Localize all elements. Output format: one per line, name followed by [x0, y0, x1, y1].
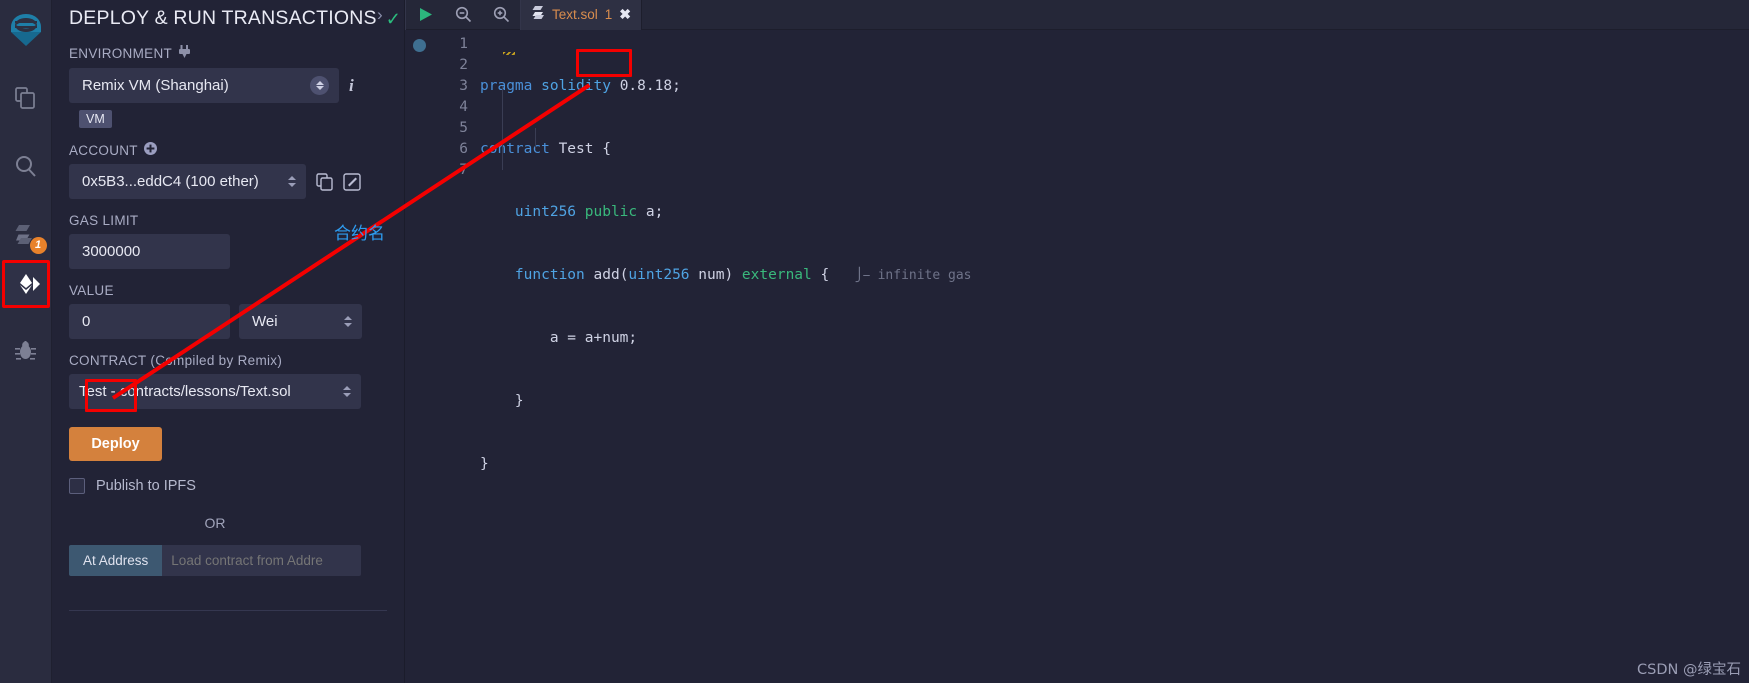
- value-label: VALUE: [69, 283, 114, 298]
- code-line: function add(uint256 num) external { ⎭⎯ …: [514, 267, 972, 283]
- compiler-badge-count: 1: [29, 237, 47, 254]
- value-row: 0 Wei: [69, 304, 387, 339]
- gas-limit-input[interactable]: 3000000: [69, 234, 230, 269]
- line-number: 6: [459, 141, 468, 157]
- line-number: 4: [459, 99, 468, 115]
- check-icon: ✓: [385, 8, 401, 29]
- close-icon[interactable]: ✖: [619, 6, 631, 23]
- line-number-gutter: 1 2 3 4 5 6 7: [434, 30, 476, 517]
- environment-row: Remix VM (Shanghai) i: [69, 68, 387, 103]
- publish-ipfs-checkbox[interactable]: [69, 478, 85, 494]
- file-explorer-icon[interactable]: [0, 72, 52, 124]
- contract-label: CONTRACT (Compiled by Remix): [69, 353, 387, 368]
- file-tab-name: Text.sol: [552, 7, 598, 22]
- remix-logo-icon[interactable]: [0, 4, 52, 56]
- at-address-row: At Address: [69, 545, 361, 576]
- gas-pump-icon: ⎭⎯: [855, 268, 870, 283]
- code-text[interactable]: pragma solidity 0.8.18; contract Test { …: [476, 30, 972, 517]
- at-address-input[interactable]: [162, 545, 361, 576]
- copy-icon[interactable]: [316, 172, 333, 191]
- environment-select[interactable]: Remix VM (Shanghai): [69, 68, 339, 103]
- code-line: }: [480, 393, 524, 409]
- contract-value: Test - contracts/lessons/Text.sol: [79, 383, 291, 400]
- line-number: 3: [459, 78, 468, 94]
- publish-ipfs-label: Publish to IPFS: [96, 478, 196, 494]
- deploy-run-panel: DEPLOY & RUN TRANSACTIONS ✓ ENVIRONMENT …: [52, 0, 405, 683]
- value-input[interactable]: 0: [69, 304, 230, 339]
- code-editor-area: Text.sol 1 ✖ 1 2 3 4 5 6 7 pragma solidi…: [405, 0, 1749, 683]
- zoom-out-icon[interactable]: [444, 0, 482, 30]
- remix-ide-window: 1 DEPLOY & RUN TRANSACTIONS ✓ ENVIRONMEN…: [0, 0, 1749, 683]
- account-label: ACCOUNT: [69, 142, 387, 158]
- indent-guide: [535, 128, 536, 149]
- account-value: 0x5B3...eddC4 (100 ether): [82, 173, 259, 190]
- chevron-updown-icon: [343, 386, 351, 397]
- account-row: 0x5B3...eddC4 (100 ether): [69, 164, 387, 199]
- search-icon[interactable]: [0, 140, 52, 192]
- run-play-icon[interactable]: [406, 0, 444, 30]
- account-select[interactable]: 0x5B3...eddC4 (100 ether): [69, 164, 306, 199]
- plug-icon: [178, 45, 191, 62]
- indent-guide: [502, 86, 503, 170]
- code-line: }: [480, 456, 489, 472]
- file-tab[interactable]: Text.sol 1 ✖: [521, 0, 643, 30]
- vm-badge: VM: [79, 110, 112, 128]
- page-title: DEPLOY & RUN TRANSACTIONS: [69, 7, 377, 29]
- breakpoint-dot-icon[interactable]: [413, 39, 426, 52]
- line-number: 7: [459, 162, 468, 178]
- at-address-button[interactable]: At Address: [69, 545, 163, 576]
- chevron-updown-icon: [288, 176, 296, 187]
- account-label-text: ACCOUNT: [69, 142, 138, 158]
- edit-icon[interactable]: [343, 172, 361, 191]
- value-unit-text: Wei: [252, 313, 278, 330]
- environment-label: ENVIRONMENT: [69, 45, 387, 62]
- value-amount: 0: [82, 313, 91, 330]
- code-line: a = a+num;: [480, 330, 638, 346]
- code-line: pragma solidity 0.8.18;: [480, 78, 681, 94]
- deploy-run-icon[interactable]: [1, 260, 50, 308]
- editor-toolbar: Text.sol 1 ✖: [405, 0, 1749, 30]
- left-icon-rail: 1: [0, 0, 52, 683]
- or-separator: OR: [204, 515, 226, 531]
- solidity-compiler-icon[interactable]: 1: [0, 208, 52, 260]
- contract-select[interactable]: Test - contracts/lessons/Text.sol: [69, 374, 361, 409]
- chevron-updown-icon: [310, 76, 329, 95]
- panel-divider: [69, 610, 387, 611]
- line-number: 1: [459, 36, 468, 52]
- info-icon[interactable]: i: [349, 76, 354, 96]
- code-line: contract Test {: [480, 141, 611, 157]
- gas-estimate-hint: ⎭⎯ infinite gas: [855, 268, 972, 283]
- environment-label-text: ENVIRONMENT: [69, 46, 173, 61]
- file-tab-count: 1: [604, 7, 613, 22]
- error-squiggle: [503, 52, 515, 55]
- code-view: 1 2 3 4 5 6 7 pragma solidity 0.8.18; co…: [405, 30, 1749, 517]
- contract-label-text: CONTRACT: [69, 353, 147, 368]
- solidity-file-icon: [532, 5, 545, 25]
- publish-ipfs-row: Publish to IPFS: [69, 478, 387, 494]
- code-line: uint256 public a;: [514, 204, 664, 220]
- gas-limit-label: GAS LIMIT: [69, 213, 139, 228]
- zoom-in-icon[interactable]: [482, 0, 520, 30]
- line-number: 2: [459, 57, 468, 73]
- chevron-right-icon[interactable]: ›: [377, 5, 383, 25]
- plus-circle-icon[interactable]: [143, 142, 157, 158]
- debugger-icon[interactable]: [0, 324, 52, 376]
- deploy-button[interactable]: Deploy: [69, 427, 162, 461]
- panel-header: DEPLOY & RUN TRANSACTIONS ✓: [52, 0, 404, 36]
- gas-limit-value: 3000000: [82, 243, 141, 260]
- breakpoint-gutter[interactable]: [405, 30, 434, 517]
- deploy-form: ENVIRONMENT Remix VM (Shanghai) i VM ACC…: [52, 36, 404, 576]
- environment-value: Remix VM (Shanghai): [82, 77, 229, 94]
- line-number: 5: [459, 120, 468, 136]
- value-unit-select[interactable]: Wei: [239, 304, 362, 339]
- contract-label-suffix: (Compiled by Remix): [150, 353, 283, 368]
- chevron-updown-icon: [344, 316, 352, 327]
